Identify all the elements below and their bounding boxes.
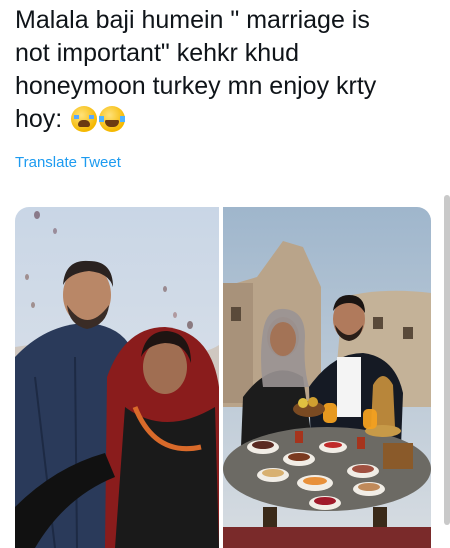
tweet-line-last: hoy: xyxy=(15,103,440,136)
tears-of-joy-face-icon xyxy=(99,106,126,132)
loudly-crying-face-icon xyxy=(71,106,98,132)
tweet-media[interactable] xyxy=(15,207,431,548)
couple-balloon-ride-photo[interactable] xyxy=(15,207,219,548)
breakfast-photo-image xyxy=(223,207,431,548)
couple-cappadocia-breakfast-photo[interactable] xyxy=(223,207,431,548)
tweet-line: not important" kehkr khud xyxy=(15,39,300,67)
tweet-line-text: hoy: xyxy=(15,105,63,133)
page-scrollbar[interactable] xyxy=(444,195,450,525)
balloon-photo-image xyxy=(15,207,219,548)
translate-tweet-link[interactable]: Translate Tweet xyxy=(15,154,121,171)
tweet-text: Malala baji humein " marriage is not imp… xyxy=(15,4,440,136)
tweet-line: Malala baji humein " marriage is xyxy=(15,6,370,34)
tweet-line: honeymoon turkey mn enjoy krty xyxy=(15,72,377,100)
